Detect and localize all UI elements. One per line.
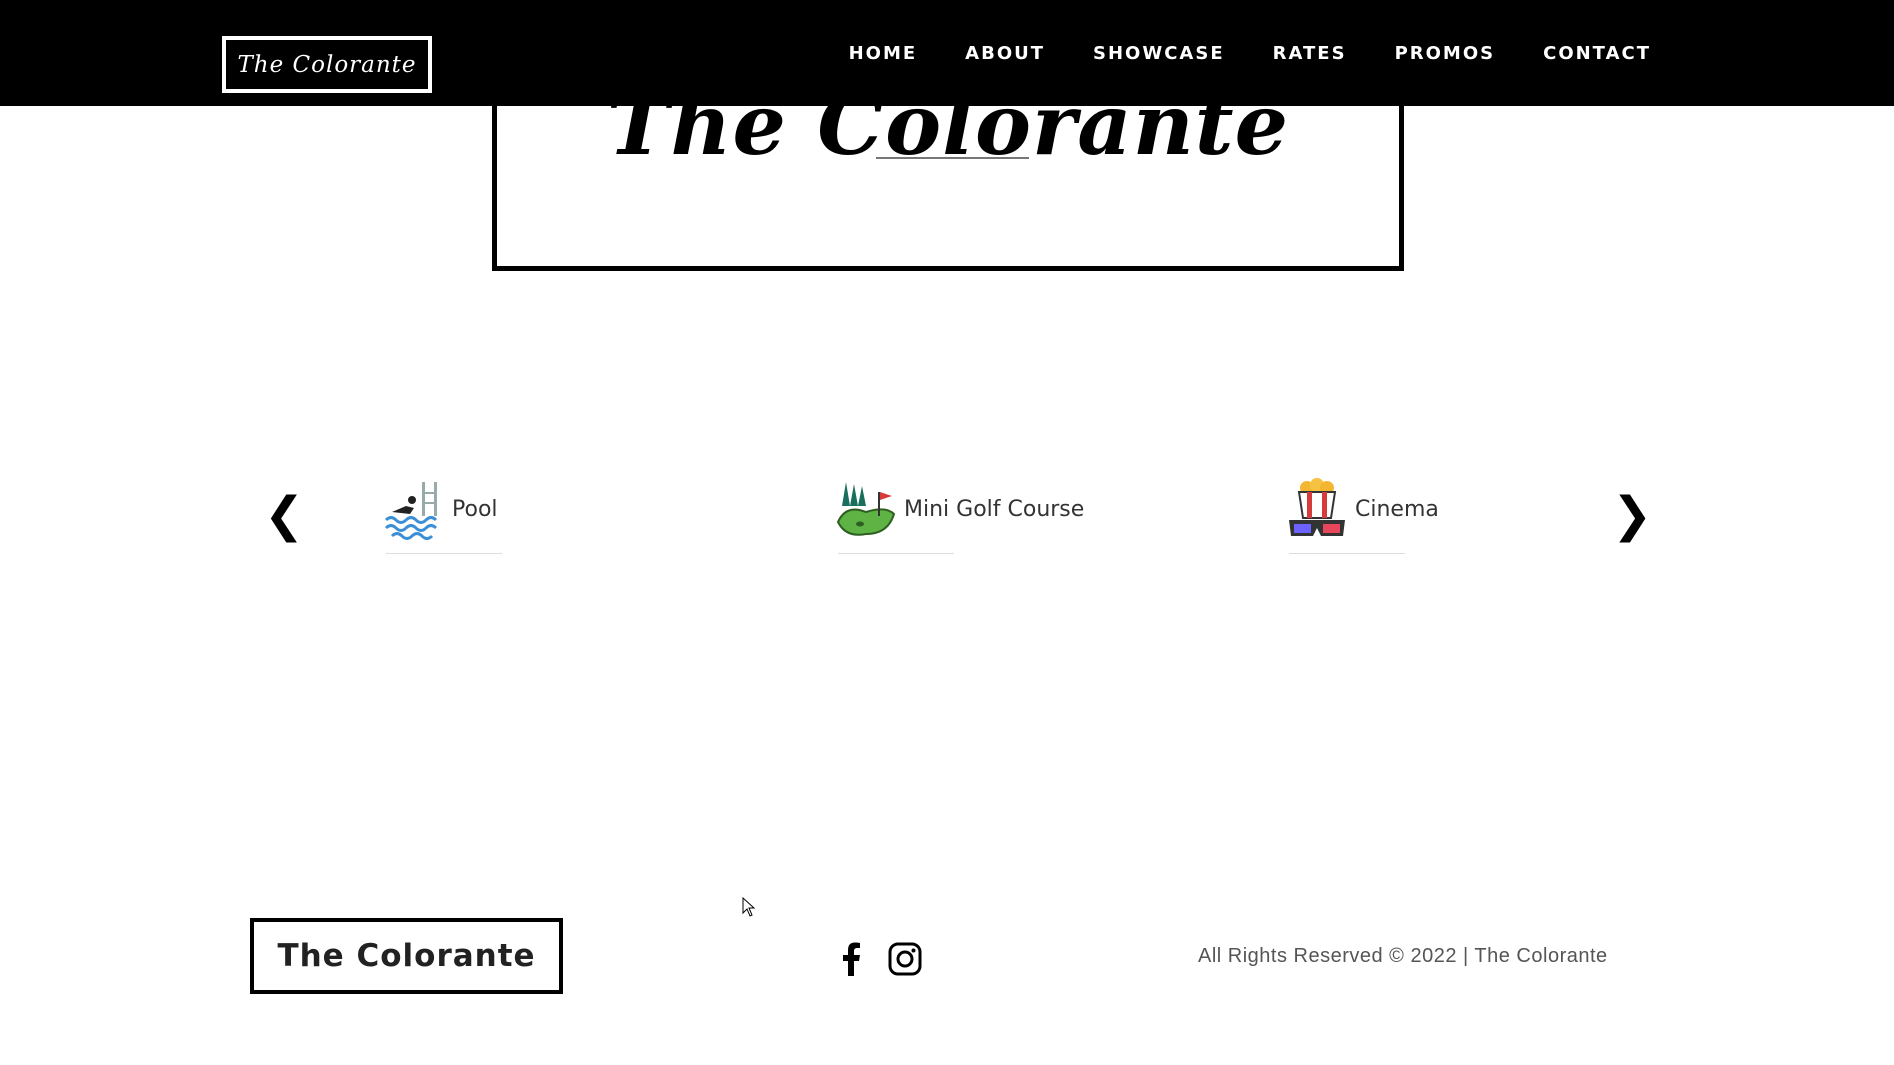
amenity-pool[interactable]: Pool <box>384 474 498 544</box>
amenity-label: Pool <box>452 496 498 522</box>
nav-contact[interactable]: CONTACT <box>1543 43 1651 64</box>
nav-showcase[interactable]: SHOWCASE <box>1093 43 1225 64</box>
amenity-mini-golf[interactable]: Mini Golf Course <box>836 474 1084 544</box>
instagram-link[interactable] <box>886 940 924 978</box>
top-navigation-bar: The Colorante HOME ABOUT SHOWCASE RATES … <box>0 0 1894 106</box>
carousel-prev-button[interactable]: ❮ <box>264 487 304 543</box>
chevron-left-icon: ❮ <box>264 487 305 543</box>
amenity-underline <box>838 553 954 554</box>
hero-divider <box>876 157 1029 159</box>
main-nav: HOME ABOUT SHOWCASE RATES PROMOS CONTACT <box>849 0 1651 106</box>
nav-rates[interactable]: RATES <box>1273 43 1347 64</box>
mini-golf-icon <box>836 482 896 536</box>
facebook-icon <box>843 942 860 976</box>
chevron-right-icon: ❯ <box>1612 487 1653 543</box>
copyright-text: All Rights Reserved © 2022 | The Coloran… <box>1198 945 1608 967</box>
nav-about[interactable]: ABOUT <box>965 43 1045 64</box>
amenity-underline <box>386 553 502 554</box>
amenity-label: Cinema <box>1355 496 1439 522</box>
amenity-label: Mini Golf Course <box>904 496 1085 522</box>
footer-logo[interactable]: The Colorante <box>250 918 563 994</box>
facebook-link[interactable] <box>832 940 870 978</box>
amenity-cinema[interactable]: Cinema <box>1287 474 1439 544</box>
header-logo[interactable]: The Colorante <box>222 36 432 93</box>
instagram-icon <box>888 942 922 976</box>
nav-home[interactable]: HOME <box>849 43 918 64</box>
pool-icon <box>384 482 438 540</box>
amenity-underline <box>1289 553 1405 554</box>
cinema-icon <box>1289 478 1345 536</box>
page: The Colorante HOME ABOUT SHOWCASE RATES … <box>0 0 1894 1065</box>
carousel-next-button[interactable]: ❯ <box>1612 487 1652 543</box>
mouse-cursor-icon <box>742 897 756 917</box>
nav-promos[interactable]: PROMOS <box>1395 43 1496 64</box>
